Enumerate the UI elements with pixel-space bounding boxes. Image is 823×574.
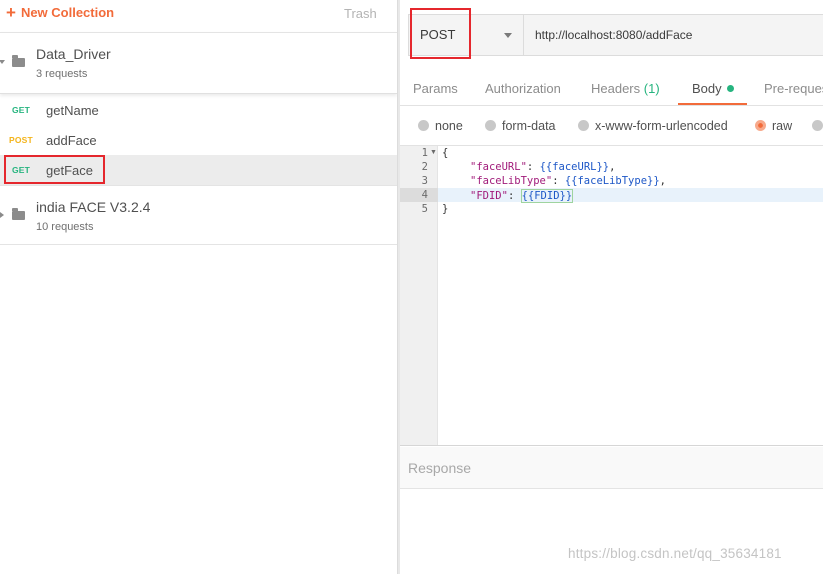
active-line-highlight — [400, 188, 823, 202]
json-separator: : — [507, 190, 521, 202]
radio-button-icon — [812, 120, 823, 131]
folder-icon — [12, 55, 25, 67]
tab-headers[interactable]: Headers (1) — [591, 81, 660, 96]
radio-button-icon — [485, 120, 496, 131]
method-badge: POST — [9, 135, 33, 145]
tab-params[interactable]: Params — [413, 81, 458, 96]
sidebar: + New Collection Trash Data_Driver 3 req… — [0, 0, 397, 574]
line-number: 2 — [421, 161, 428, 173]
radio-binary[interactable] — [812, 119, 823, 133]
radio-button-icon — [418, 120, 429, 131]
json-comma: , — [609, 161, 616, 173]
json-value: {{faceLibType}} — [564, 175, 660, 187]
json-value: {{FDID}} — [520, 189, 574, 203]
watermark-text: https://blog.csdn.net/qq_35634181 — [568, 546, 782, 561]
radio-button-icon — [578, 120, 589, 131]
line-number: 5 — [421, 203, 428, 215]
collection-request-count: 3 requests — [36, 68, 88, 80]
request-name: addFace — [46, 133, 97, 148]
code-editor[interactable]: 1 ▼ 2 3 4 5 { "faceURL": {{faceURL}}, "f… — [400, 145, 823, 446]
radio-none[interactable]: none — [418, 119, 463, 133]
code-line: "faceLibType": {{faceLibType}}, — [470, 175, 666, 187]
code-line: "FDID": {{FDID}} — [470, 189, 574, 203]
active-dot-icon — [726, 85, 734, 92]
annotation-highlight-box — [410, 8, 471, 59]
request-item-addface[interactable]: POST addFace — [0, 125, 397, 155]
code-line: "faceURL": {{faceURL}}, — [470, 161, 615, 173]
tab-body[interactable]: Body — [692, 81, 734, 96]
trash-link[interactable]: Trash — [344, 6, 377, 21]
method-badge: GET — [12, 105, 31, 115]
active-tab-indicator — [678, 103, 747, 105]
tab-headers-label: Headers — [591, 81, 641, 96]
radio-label: x-www-form-urlencoded — [595, 119, 728, 133]
brace: } — [442, 203, 449, 215]
folder-icon — [12, 208, 25, 220]
code-line: } — [442, 203, 448, 215]
line-number: 1 — [421, 147, 428, 159]
request-tabs: Params Authorization Headers (1) Body Pr… — [400, 72, 823, 106]
json-separator: : — [552, 175, 565, 187]
collection-data-driver[interactable]: Data_Driver 3 requests — [0, 32, 397, 94]
tab-authorization[interactable]: Authorization — [485, 81, 561, 96]
response-section: Response — [400, 447, 823, 489]
radio-label: form-data — [502, 119, 556, 133]
new-collection-label: New Collection — [20, 5, 115, 20]
json-key: "FDID" — [470, 190, 508, 202]
json-key: "faceURL" — [470, 161, 527, 173]
request-item-getname[interactable]: GET getName — [0, 95, 397, 125]
line-number: 4 — [421, 189, 428, 201]
caret-right-icon[interactable] — [0, 212, 4, 218]
collection-request-count: 10 requests — [36, 221, 94, 233]
collection-name: india FACE V3.2.4 — [36, 199, 151, 215]
radio-label: none — [435, 119, 463, 133]
fold-arrow-icon[interactable]: ▼ — [430, 149, 437, 156]
request-name: getName — [46, 103, 99, 118]
radio-selected-icon — [755, 120, 766, 131]
brace: { — [442, 147, 449, 159]
code-line: { — [442, 147, 448, 159]
body-mode-selector: none form-data x-www-form-urlencoded raw — [400, 114, 823, 140]
new-collection-button[interactable]: + New Collection — [6, 2, 115, 22]
collection-india-face[interactable]: india FACE V3.2.4 10 requests — [0, 185, 397, 245]
response-heading: Response — [408, 460, 472, 476]
json-separator: : — [526, 161, 540, 173]
chevron-down-icon — [504, 33, 512, 38]
radio-label: raw — [772, 119, 793, 133]
radio-urlencoded[interactable]: x-www-form-urlencoded — [578, 119, 728, 133]
json-key: "faceLibType" — [470, 175, 553, 187]
json-comma: , — [659, 175, 666, 187]
radio-form-data[interactable]: form-data — [485, 119, 556, 133]
radio-raw[interactable]: raw — [755, 119, 792, 133]
tab-pre-request[interactable]: Pre-reques — [764, 81, 823, 96]
json-value: {{faceURL}} — [539, 161, 610, 173]
collection-name: Data_Driver — [36, 46, 111, 62]
plus-icon: + — [6, 2, 16, 22]
sidebar-toolbar: + New Collection Trash — [0, 0, 397, 27]
annotation-highlight-box — [4, 155, 105, 184]
headers-count-badge: (1) — [643, 81, 660, 96]
tab-body-label: Body — [692, 81, 722, 96]
request-builder: POST http://localhost:8080/addFace Param… — [400, 0, 823, 574]
line-number: 3 — [421, 175, 428, 187]
caret-down-icon[interactable] — [0, 60, 5, 64]
url-input[interactable]: http://localhost:8080/addFace — [535, 28, 692, 42]
